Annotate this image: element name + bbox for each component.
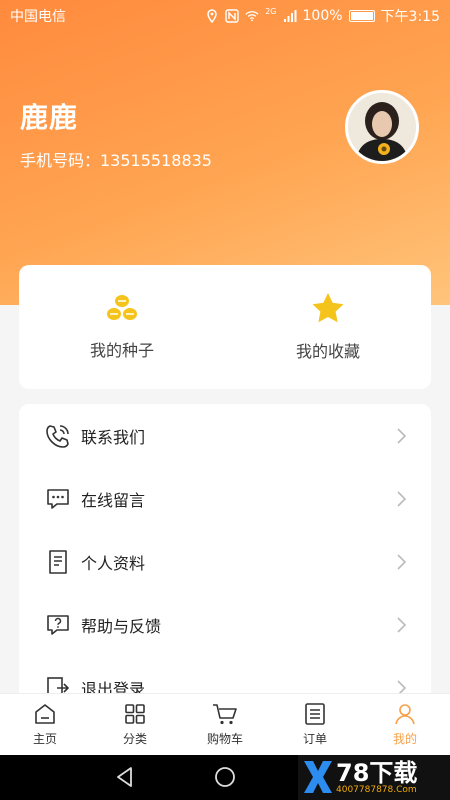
tab-mine[interactable]: 我的 [360, 694, 450, 755]
network-type: 2G [265, 6, 277, 16]
x-logo-icon [304, 761, 332, 793]
watermark-main-text: 78下载 [336, 758, 418, 787]
star-icon [312, 293, 344, 323]
home-nav-icon[interactable] [213, 765, 237, 789]
my-favorites-label: 我的收藏 [295, 342, 360, 361]
carrier-label: 中国电信 [10, 9, 66, 25]
battery-icon [348, 10, 375, 22]
chevron-right-icon [397, 616, 407, 633]
chevron-right-icon [397, 427, 407, 444]
document-icon [49, 549, 67, 574]
battery-percent: 100% [302, 8, 343, 24]
menu-label-message: 在线留言 [81, 490, 146, 510]
tab-label-cart: 购物车 [206, 732, 243, 746]
status-indicators: 2G 100% 下午3:15 [205, 6, 440, 26]
my-seeds-button[interactable]: 我的种子 [19, 265, 225, 389]
my-favorites-button[interactable]: 我的收藏 [225, 265, 431, 389]
tab-label-home: 主页 [32, 732, 57, 746]
message-icon [47, 488, 69, 509]
menu-label-contact: 联系我们 [81, 427, 146, 447]
wifi-icon [245, 11, 259, 22]
tab-orders[interactable]: 订单 [270, 694, 360, 755]
bottom-tab-bar: 主页 分类 购物车 订单 我的 [0, 693, 450, 755]
tab-label-category: 分类 [122, 732, 147, 746]
menu-item-message[interactable]: 在线留言 [19, 467, 431, 530]
menu-item-contact[interactable]: 联系我们 [19, 404, 431, 467]
avatar[interactable] [345, 90, 419, 164]
seeds-icon [107, 295, 137, 320]
user-icon [395, 704, 415, 725]
user-name: 鹿鹿 [20, 101, 79, 134]
tab-label-mine: 我的 [392, 732, 417, 746]
home-icon [35, 704, 55, 724]
nfc-icon [225, 9, 239, 23]
watermark-logo: 78下载 4007787878.Com [298, 755, 450, 800]
phone-icon [46, 424, 69, 448]
watermark-url: 4007787878.Com [336, 784, 417, 795]
menu-item-profile[interactable]: 个人资料 [19, 530, 431, 593]
menu-label-help: 帮助与反馈 [81, 616, 162, 636]
order-icon [305, 703, 325, 725]
tab-cart[interactable]: 购物车 [180, 694, 270, 755]
tab-label-orders: 订单 [302, 732, 327, 746]
status-bar: 中国电信 2G 100% 下午3:15 [0, 0, 450, 32]
clock: 下午3:15 [380, 9, 440, 25]
signal-icon [283, 10, 297, 22]
back-icon[interactable] [114, 765, 136, 789]
tab-category[interactable]: 分类 [90, 694, 180, 755]
grid-icon [125, 704, 145, 724]
tab-home[interactable]: 主页 [0, 694, 90, 755]
chevron-right-icon [397, 553, 407, 570]
user-phone: 手机号码：13515518835 [20, 151, 212, 170]
avatar-portrait-icon [348, 93, 416, 161]
menu-label-profile: 个人资料 [81, 553, 146, 573]
settings-menu: 联系我们 在线留言 个人资料 帮助与反馈 退出登录 [19, 404, 431, 704]
quick-actions-card: 我的种子 我的收藏 [19, 265, 431, 389]
help-icon [47, 614, 69, 635]
location-icon [207, 9, 217, 23]
chevron-right-icon [397, 490, 407, 507]
menu-item-help[interactable]: 帮助与反馈 [19, 593, 431, 656]
my-seeds-label: 我的种子 [89, 341, 154, 360]
cart-icon [213, 704, 237, 725]
